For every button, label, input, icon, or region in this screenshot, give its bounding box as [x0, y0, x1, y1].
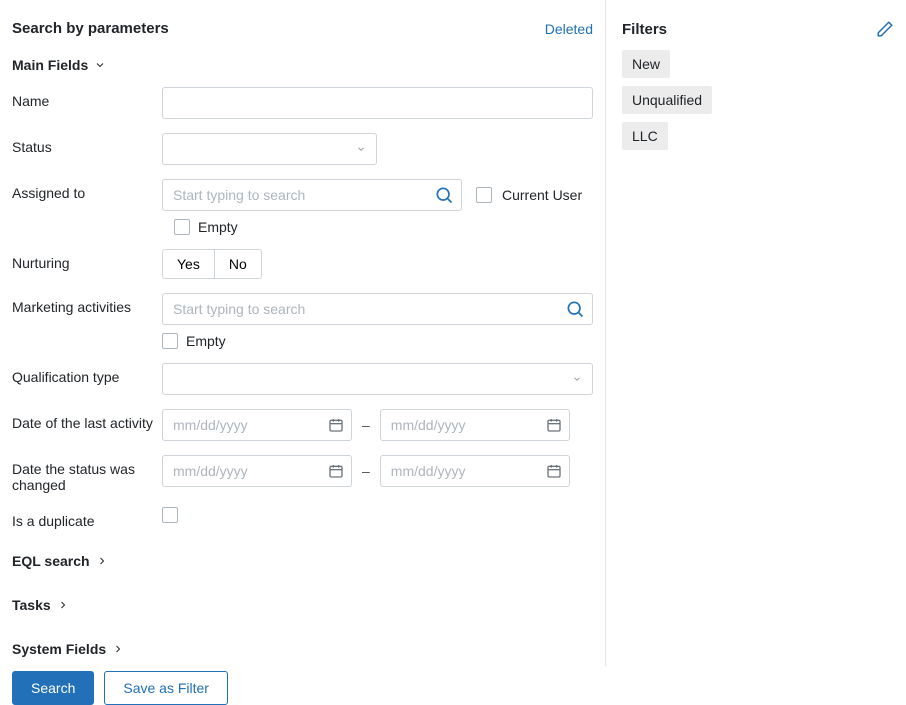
- filter-chip[interactable]: New: [622, 50, 670, 78]
- current-user-label: Current User: [502, 187, 582, 203]
- range-separator: –: [362, 463, 370, 479]
- marketing-activities-input[interactable]: [162, 293, 593, 325]
- name-label: Name: [12, 87, 162, 109]
- qualification-type-select[interactable]: [162, 363, 593, 395]
- status-select[interactable]: [162, 133, 377, 165]
- nurturing-yes-button[interactable]: Yes: [162, 249, 215, 279]
- filter-chip[interactable]: LLC: [622, 122, 668, 150]
- date-status-changed-label: Date the status was changed: [12, 455, 162, 493]
- section-system-fields-label: System Fields: [12, 641, 106, 657]
- assigned-to-label: Assigned to: [12, 179, 162, 201]
- search-icon[interactable]: [430, 181, 458, 209]
- section-tasks[interactable]: Tasks: [12, 597, 593, 613]
- page-title: Search by parameters: [12, 20, 169, 37]
- section-tasks-label: Tasks: [12, 597, 51, 613]
- range-separator: –: [362, 417, 370, 433]
- is-duplicate-label: Is a duplicate: [12, 507, 162, 529]
- deleted-link[interactable]: Deleted: [545, 21, 593, 37]
- chevron-right-icon: [57, 599, 69, 611]
- chevron-down-icon: [356, 144, 366, 154]
- search-button[interactable]: Search: [12, 671, 94, 705]
- chevron-right-icon: [96, 555, 108, 567]
- section-main-fields-label: Main Fields: [12, 57, 88, 73]
- chevron-down-icon: [572, 374, 582, 384]
- assigned-empty-label: Empty: [198, 219, 238, 235]
- chevron-right-icon: [112, 643, 124, 655]
- status-label: Status: [12, 133, 162, 155]
- pencil-icon[interactable]: [876, 20, 894, 38]
- date-status-changed-from[interactable]: [162, 455, 352, 487]
- marketing-empty-checkbox[interactable]: [162, 333, 178, 349]
- assigned-to-input[interactable]: [162, 179, 462, 211]
- current-user-checkbox[interactable]: [476, 187, 492, 203]
- filters-panel: Filters New Unqualified LLC: [606, 0, 906, 666]
- name-input[interactable]: [162, 87, 593, 119]
- section-eql-search-label: EQL search: [12, 553, 90, 569]
- date-status-changed-to[interactable]: [380, 455, 570, 487]
- search-panel: Search by parameters Deleted Main Fields…: [0, 0, 606, 666]
- date-last-activity-to[interactable]: [380, 409, 570, 441]
- section-system-fields[interactable]: System Fields: [12, 641, 593, 657]
- nurturing-no-button[interactable]: No: [215, 249, 262, 279]
- marketing-activities-label: Marketing activities: [12, 293, 162, 315]
- date-last-activity-label: Date of the last activity: [12, 409, 162, 431]
- filters-title: Filters: [622, 21, 667, 38]
- nurturing-toggle: Yes No: [162, 249, 593, 279]
- is-duplicate-checkbox[interactable]: [162, 507, 178, 523]
- section-eql-search[interactable]: EQL search: [12, 553, 593, 569]
- nurturing-label: Nurturing: [12, 249, 162, 271]
- qualification-type-label: Qualification type: [12, 363, 162, 385]
- save-as-filter-button[interactable]: Save as Filter: [104, 671, 228, 705]
- filter-chip[interactable]: Unqualified: [622, 86, 712, 114]
- date-last-activity-from[interactable]: [162, 409, 352, 441]
- section-main-fields[interactable]: Main Fields: [12, 57, 593, 73]
- assigned-empty-checkbox[interactable]: [174, 219, 190, 235]
- chevron-down-icon: [94, 59, 106, 71]
- search-icon[interactable]: [561, 295, 589, 323]
- marketing-empty-label: Empty: [186, 333, 226, 349]
